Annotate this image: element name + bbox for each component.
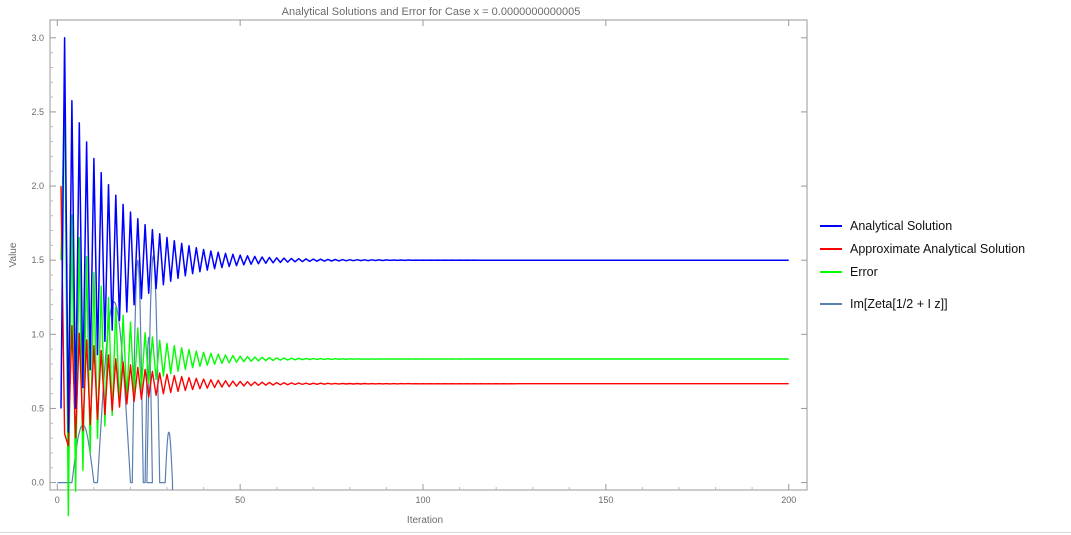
x-tick-label: 100	[415, 495, 430, 505]
legend-item-approximate: Approximate Analytical Solution	[820, 237, 1065, 260]
legend-label-analytical: Analytical Solution	[850, 218, 953, 233]
legend-swatch-analytical	[820, 224, 842, 227]
bottom-divider	[0, 532, 1071, 533]
plot-frame	[49, 19, 808, 491]
x-tick-label: 200	[781, 495, 796, 505]
legend-swatch-error	[820, 270, 842, 273]
y-tick-label: 0.5	[31, 403, 44, 413]
series-layer	[57, 37, 789, 517]
legend-swatch-approximate	[820, 247, 842, 250]
y-tick-label: 1.0	[31, 329, 44, 339]
legend-item-error: Error	[820, 260, 1065, 283]
x-tick-label: 150	[598, 495, 613, 505]
legend-item-zeta: Im[Zeta[1/2 + I z]]	[820, 292, 1065, 315]
legend-item-analytical: Analytical Solution	[820, 214, 1065, 237]
x-axis-label: Iteration	[407, 515, 443, 526]
legend-label-error: Error	[850, 264, 878, 279]
legend: Analytical Solution Approximate Analytic…	[820, 214, 1065, 315]
x-tick-label: 50	[235, 495, 245, 505]
y-tick-label: 2.5	[31, 107, 44, 117]
legend-label-zeta: Im[Zeta[1/2 + I z]]	[850, 296, 948, 311]
y-tick-label: 2.0	[31, 181, 44, 191]
legend-label-approximate: Approximate Analytical Solution	[850, 241, 1026, 256]
y-axis-label: Value	[8, 242, 19, 267]
y-tick-label: 1.5	[31, 255, 44, 265]
x-tick-label: 0	[55, 495, 60, 505]
series-approximate-line	[60, 186, 789, 447]
legend-swatch-zeta	[820, 302, 842, 305]
chart-title: Analytical Solutions and Error for Case …	[282, 6, 581, 18]
series-error-line	[60, 86, 789, 517]
y-tick-label: 3.0	[31, 33, 44, 43]
y-tick-label: 0.0	[31, 478, 44, 488]
